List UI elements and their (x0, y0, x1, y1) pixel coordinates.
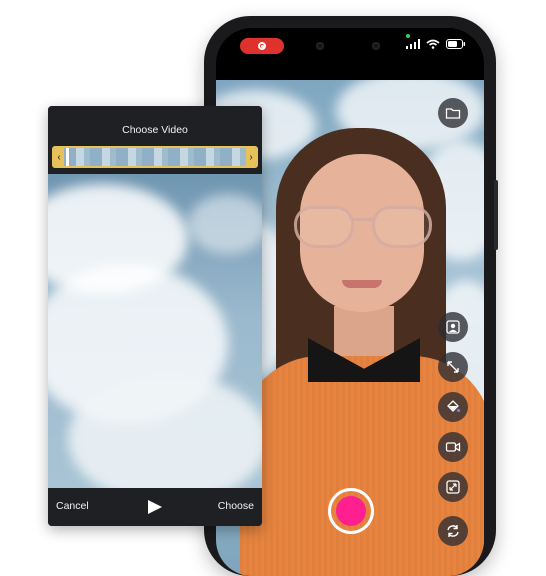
portrait-icon (446, 320, 460, 334)
front-camera-icon (372, 42, 380, 50)
status-icons (406, 39, 466, 49)
glasses (294, 206, 432, 252)
wifi-icon (426, 39, 440, 49)
trim-scrubber[interactable]: ‹ › (52, 146, 258, 168)
trim-start-handle[interactable]: ‹ (54, 148, 64, 166)
cellular-signal-icon (406, 39, 420, 49)
record-button-fill (336, 496, 366, 526)
video-camera-icon (445, 442, 461, 452)
resize-icon (447, 361, 459, 373)
battery-icon (446, 39, 466, 49)
video-frames-strip (64, 148, 246, 166)
playhead[interactable] (66, 148, 69, 166)
portrait-button[interactable] (438, 312, 468, 342)
choose-button[interactable]: Choose (218, 500, 254, 512)
fit-screen-button[interactable] (438, 472, 468, 502)
status-bar (216, 28, 484, 80)
fill-button[interactable] (438, 392, 468, 422)
sensor-icon (316, 42, 324, 50)
play-icon[interactable] (148, 500, 162, 514)
dialog-title: Choose Video (122, 124, 188, 136)
choose-video-dialog: Choose Video ‹ › Cancel Choose (48, 106, 262, 526)
phone-side-button (494, 180, 498, 250)
trim-end-handle[interactable]: › (246, 148, 256, 166)
record-icon (258, 42, 266, 50)
record-button[interactable] (328, 488, 374, 534)
video-camera-button[interactable] (438, 432, 468, 462)
switch-camera-button[interactable] (438, 516, 468, 546)
folder-icon (445, 108, 461, 119)
resize-button[interactable] (438, 352, 468, 382)
camera-in-use-icon (406, 34, 410, 38)
refresh-icon (447, 525, 459, 537)
fit-screen-icon (446, 480, 460, 494)
dialog-header: Choose Video ‹ › (48, 106, 262, 174)
folder-button[interactable] (438, 98, 468, 128)
dialog-footer: Cancel Choose (48, 488, 262, 526)
recording-indicator[interactable] (240, 38, 284, 54)
cancel-button[interactable]: Cancel (56, 500, 89, 512)
fill-icon (447, 400, 461, 413)
video-preview (48, 174, 262, 488)
